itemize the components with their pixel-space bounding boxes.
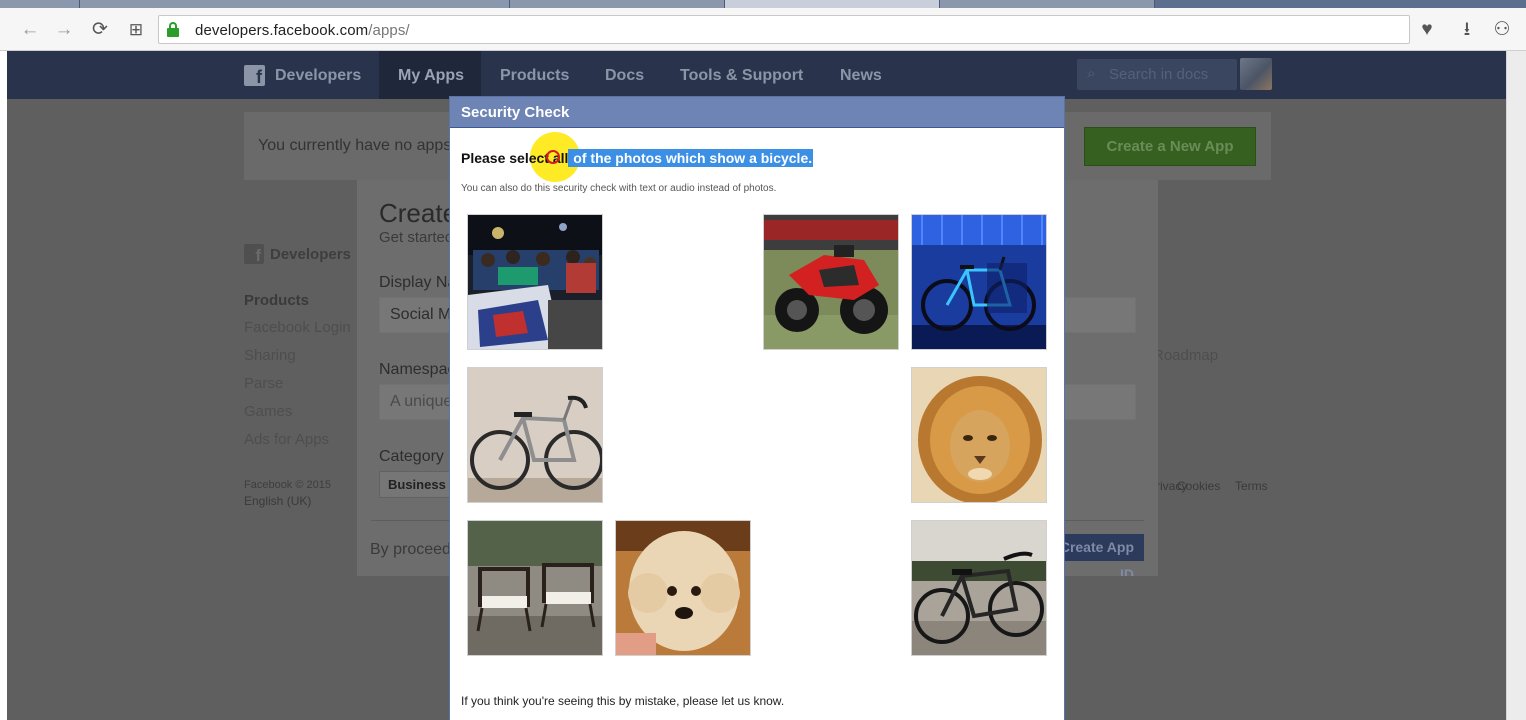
footer-link-sharing[interactable]: Sharing bbox=[244, 347, 296, 364]
footer-link-ads-for-apps[interactable]: Ads for Apps bbox=[244, 431, 329, 448]
footer-language[interactable]: English (UK) bbox=[244, 494, 311, 508]
instruction-selected-text: of the photos which show a bicycle. bbox=[568, 149, 814, 167]
nav-products[interactable]: Products bbox=[500, 67, 569, 85]
category-label: Category bbox=[379, 448, 444, 465]
category-select[interactable]: Business bbox=[379, 471, 451, 498]
nav-news[interactable]: News bbox=[840, 67, 882, 85]
download-icon[interactable]: ⭳ bbox=[1454, 17, 1480, 43]
footer-brand: Developers bbox=[270, 246, 351, 263]
facebook-logo-icon: f bbox=[244, 244, 264, 265]
browser-tab[interactable] bbox=[80, 0, 510, 8]
footer-link-terms[interactable]: Terms bbox=[1235, 479, 1268, 493]
captcha-photo-crowd-motorbikes[interactable] bbox=[467, 214, 603, 350]
browser-tab-active[interactable] bbox=[725, 0, 940, 8]
nav-tools-support[interactable]: Tools & Support bbox=[680, 67, 803, 85]
facebook-logo-icon[interactable]: f bbox=[244, 65, 265, 87]
captcha-alternative-text[interactable]: You can also do this security check with… bbox=[461, 183, 776, 194]
report-mistake-text: If you think you're seeing this by mista… bbox=[461, 694, 784, 708]
report-suffix: . bbox=[780, 694, 785, 708]
reload-icon[interactable]: ⟳ bbox=[88, 18, 112, 42]
footer-products-heading: Products bbox=[244, 292, 310, 309]
create-new-app-button[interactable]: Create a New App bbox=[1084, 127, 1256, 166]
fb-developers-header: f Developers My Apps Products Docs Tools… bbox=[7, 51, 1506, 99]
captcha-photo-garden-chairs[interactable] bbox=[467, 520, 603, 656]
url-text: developers.facebook.com/apps/ bbox=[195, 22, 410, 39]
footer-link-facebook-login[interactable]: Facebook Login bbox=[244, 319, 351, 336]
avatar[interactable] bbox=[1240, 58, 1272, 90]
footer-link-roadmap[interactable]: Roadmap bbox=[1153, 347, 1218, 364]
account-icon[interactable]: ⚇ bbox=[1489, 17, 1515, 43]
browser-tab[interactable] bbox=[940, 0, 1155, 8]
security-check-dialog: Security Check Please select all of the … bbox=[449, 96, 1065, 720]
search-icon: ⌕ bbox=[1087, 65, 1096, 82]
dialog-title: Security Check bbox=[461, 104, 570, 121]
captcha-photo-road-bicycle[interactable] bbox=[467, 367, 603, 503]
forward-icon[interactable]: → bbox=[52, 18, 76, 42]
search-placeholder: Search in docs bbox=[1109, 66, 1209, 83]
captcha-photo-lion[interactable] bbox=[911, 367, 1047, 503]
captcha-instruction: Please select all of the photos which sh… bbox=[461, 149, 814, 167]
let-us-know-link[interactable]: let us know bbox=[721, 694, 780, 708]
nav-docs[interactable]: Docs bbox=[605, 67, 644, 85]
nav-my-apps[interactable]: My Apps bbox=[398, 67, 464, 85]
no-apps-text: You currently have no apps bbox=[258, 137, 452, 154]
docs-search-input[interactable]: ⌕ Search in docs bbox=[1077, 59, 1237, 90]
footer-link-parse[interactable]: Parse bbox=[244, 375, 283, 392]
page-scrollbar[interactable] bbox=[1506, 51, 1526, 720]
cursor-icon bbox=[546, 150, 560, 164]
lock-icon bbox=[167, 22, 179, 37]
report-prefix: If you think you're seeing this by mista… bbox=[461, 694, 722, 708]
footer-link-cookies[interactable]: Cookies bbox=[1177, 479, 1220, 493]
nav-developers[interactable]: Developers bbox=[275, 67, 361, 85]
captcha-photo-red-motorcycle[interactable] bbox=[763, 214, 899, 350]
url-path: /apps/ bbox=[368, 22, 410, 39]
back-icon[interactable]: ← bbox=[18, 18, 42, 42]
browser-tab[interactable] bbox=[0, 0, 80, 8]
bookmark-heart-icon[interactable]: ♥ bbox=[1414, 17, 1440, 43]
address-bar[interactable]: developers.facebook.com/apps/ bbox=[158, 15, 1410, 44]
display-name-value: Social M bbox=[390, 306, 452, 323]
footer-copyright: Facebook © 2015 bbox=[244, 479, 331, 491]
browser-tab-strip bbox=[0, 0, 1526, 8]
captcha-photo-city-bicycle[interactable] bbox=[911, 520, 1047, 656]
apps-grid-icon[interactable]: ⊞ bbox=[124, 18, 148, 42]
dialog-header: Security Check bbox=[450, 97, 1064, 128]
browser-tab[interactable] bbox=[510, 0, 725, 8]
captcha-photo-poodle-dog[interactable] bbox=[615, 520, 751, 656]
url-host: developers.facebook.com bbox=[195, 22, 369, 39]
captcha-photo-bicycle-blue-light[interactable] bbox=[911, 214, 1047, 350]
namespace-placeholder: A unique bbox=[390, 393, 453, 410]
browser-toolbar: ← → ⟳ ⊞ developers.facebook.com/apps/ ♥ … bbox=[0, 8, 1526, 51]
footer-link-games[interactable]: Games bbox=[244, 403, 292, 420]
